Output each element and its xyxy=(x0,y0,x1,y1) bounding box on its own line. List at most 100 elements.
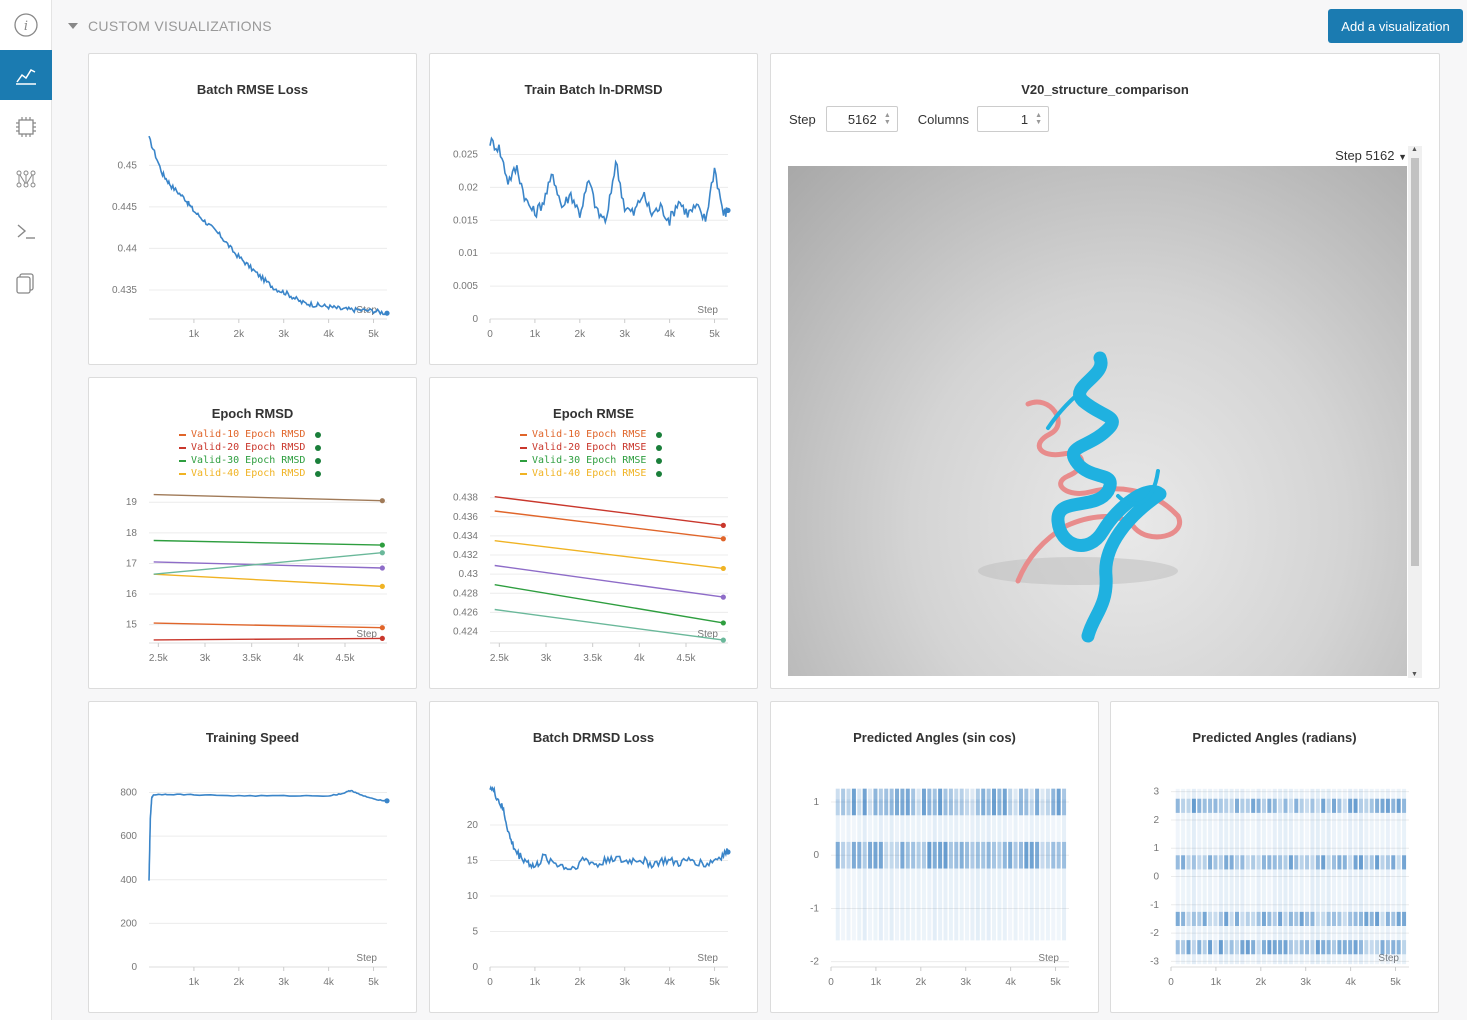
spinner-icon[interactable]: ▲ ▼ xyxy=(1035,112,1042,126)
y-tick-label: 19 xyxy=(126,497,138,508)
histogram-bin xyxy=(1197,855,1202,870)
histogram-column xyxy=(1013,788,1018,941)
histogram-bin xyxy=(970,788,975,816)
histogram-bin xyxy=(846,841,851,869)
histogram-bin xyxy=(943,788,948,816)
section-toggle[interactable]: CUSTOM VISUALIZATIONS xyxy=(68,14,272,38)
histogram-column xyxy=(948,788,953,941)
histogram-bin xyxy=(992,788,997,816)
histogram-bin xyxy=(1315,940,1320,955)
columns-input[interactable]: 1 ▲ ▼ xyxy=(977,106,1050,132)
x-tick-label: 1k xyxy=(189,977,201,988)
add-visualization-button[interactable]: Add a visualization xyxy=(1328,9,1463,43)
histogram-bin xyxy=(1045,788,1050,816)
sidebar-item-files[interactable] xyxy=(0,258,52,308)
histogram-bin xyxy=(1208,911,1213,926)
histogram-band xyxy=(1224,788,1229,965)
histogram-band xyxy=(1348,788,1353,965)
sidebar-item-logs[interactable] xyxy=(0,206,52,256)
sidebar-item-model[interactable] xyxy=(0,154,52,204)
scroll-up-icon[interactable]: ▲ xyxy=(1411,146,1418,153)
histogram-bin xyxy=(1305,798,1310,813)
histogram-column xyxy=(905,788,910,941)
histogram-column xyxy=(1002,788,1007,941)
panel-angles-sincos[interactable]: Predicted Angles (sin cos) -2 -1 0 1 0 1k 2k 3k… xyxy=(770,701,1099,1013)
main-content: CUSTOM VISUALIZATIONS Add a visualizatio… xyxy=(52,0,1467,1020)
histogram-bin xyxy=(1278,940,1283,955)
histogram-bin xyxy=(986,841,991,869)
histogram-column xyxy=(900,788,905,941)
x-axis-label: Step xyxy=(356,953,377,964)
histogram-bin xyxy=(1358,911,1363,926)
histogram-column xyxy=(943,788,948,941)
columns-value: 1 xyxy=(1020,111,1029,127)
histogram-column xyxy=(1294,788,1299,965)
histogram-band xyxy=(1040,799,1045,941)
histogram-band xyxy=(835,799,840,941)
histogram-bin xyxy=(1369,855,1374,870)
sidebar-item-charts[interactable] xyxy=(0,50,52,100)
histogram-column xyxy=(1024,788,1029,941)
histogram-band xyxy=(1358,788,1363,965)
molecule-3d-viewer[interactable] xyxy=(788,166,1407,676)
x-tick-label: 3k xyxy=(541,653,553,664)
histogram-bin xyxy=(1364,911,1369,926)
series-end-point xyxy=(720,565,726,572)
histogram-bin xyxy=(1353,798,1358,813)
histogram-bin xyxy=(1396,940,1401,955)
sidebar-item-overview[interactable]: i xyxy=(0,0,52,50)
histogram-bin xyxy=(1261,798,1266,813)
histogram-bin xyxy=(986,788,991,816)
histogram-bin xyxy=(1267,940,1272,955)
scroll-down-icon[interactable]: ▼ xyxy=(1411,671,1418,678)
viewer-scrollbar[interactable]: ▲ ▼ xyxy=(1408,146,1422,678)
x-tick-label: 4k xyxy=(664,977,676,988)
series-line xyxy=(489,136,729,226)
histogram-bin xyxy=(873,788,878,816)
histogram-band xyxy=(873,799,878,941)
histogram-bin xyxy=(1256,911,1261,926)
sidebar-item-system[interactable] xyxy=(0,102,52,152)
y-tick-label: 15 xyxy=(467,856,479,867)
panel-angles-radians[interactable]: Predicted Angles (radians) -3 -2 -1 0 1 2 3 0 1k… xyxy=(1110,701,1439,1013)
histogram-bin xyxy=(1191,855,1196,870)
histogram-bin xyxy=(1358,855,1363,870)
histogram-bin xyxy=(1224,940,1229,955)
histogram-column xyxy=(1342,788,1347,965)
panel-train-ln-drmsd[interactable]: Train Batch ln-DRMSD 0 0.005 0.01 0.015 0.02… xyxy=(429,53,758,365)
histogram-bin xyxy=(1375,940,1380,955)
chart-angles-radians: -3-2-101230 1k 2k 3k 4k 5kStep xyxy=(1150,787,1409,988)
y-tick-label: 200 xyxy=(120,918,137,929)
histogram-bin xyxy=(1364,798,1369,813)
series-line xyxy=(489,785,729,871)
step-input[interactable]: 5162 ▲ ▼ xyxy=(825,106,898,132)
panel-batch-drmsd[interactable]: Batch DRMSD Loss 0 5 10 15 20 0 1k 2k 3k 4k 5k Step xyxy=(429,701,758,1013)
x-tick-label: 2k xyxy=(234,977,246,988)
panel-training-speed[interactable]: Training Speed 0 200 400 600 800 1k 2k 3k 4k 5k St… xyxy=(88,701,417,1013)
histogram-bin xyxy=(959,841,964,869)
histogram-bin xyxy=(1391,940,1396,955)
panel-structure-comparison[interactable]: V20_structure_comparison Step 5162 ▲ ▼ Col… xyxy=(770,53,1440,689)
histogram-bin xyxy=(1288,798,1293,813)
step-selector[interactable]: Step 5162 ▼ xyxy=(1335,148,1407,163)
histogram-column xyxy=(1008,788,1013,941)
histogram-band xyxy=(895,799,900,941)
histogram-bin xyxy=(1197,940,1202,955)
scrollbar-thumb[interactable] xyxy=(1411,158,1419,566)
histogram-bin xyxy=(1175,911,1180,926)
histogram-column xyxy=(959,788,964,941)
histogram-column xyxy=(857,788,862,941)
histogram-band xyxy=(1299,788,1304,965)
histogram-bin xyxy=(1315,855,1320,870)
spinner-icon[interactable]: ▲ ▼ xyxy=(884,112,891,126)
panel-epoch-rmsd[interactable]: Epoch RMSD Valid-10 Epoch RMSD Valid-20 E… xyxy=(88,377,417,689)
histogram-column xyxy=(1018,788,1023,941)
histogram-bin xyxy=(1240,940,1245,955)
histogram-column xyxy=(895,788,900,941)
panel-epoch-rmse[interactable]: Epoch RMSE Valid-10 Epoch RMSE Valid-20 E… xyxy=(429,377,758,689)
histogram-bin xyxy=(975,788,980,816)
histogram-band xyxy=(1191,788,1196,965)
panel-batch-rmse[interactable]: Batch RMSE Loss 0.435 0.44 0.445 0.45 1k 2k 3k… xyxy=(88,53,417,365)
histogram-bin xyxy=(1391,798,1396,813)
histogram-band xyxy=(1337,788,1342,965)
